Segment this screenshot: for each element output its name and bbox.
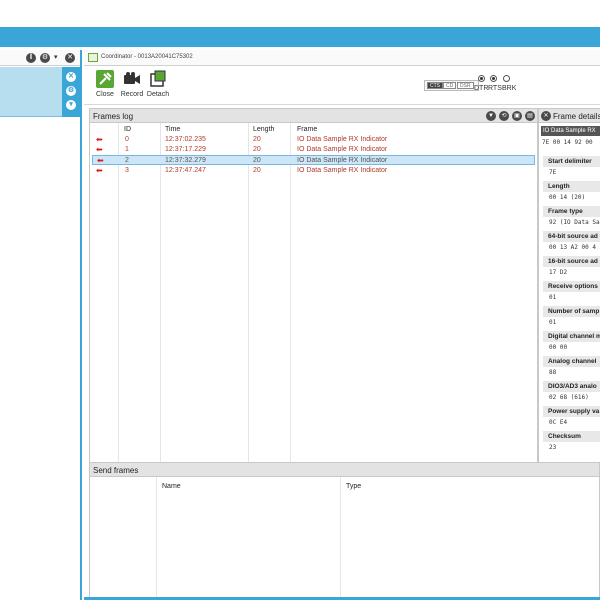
frames-log-title: Frames log — [93, 112, 134, 121]
close-label: Close — [96, 91, 114, 98]
rts-toggle[interactable] — [490, 75, 497, 82]
field-value: 7E — [549, 169, 557, 176]
brk-label: BRK — [502, 85, 517, 92]
radio-module-icon — [88, 53, 98, 62]
export-icon[interactable]: ▤ — [525, 111, 535, 121]
top-strip — [0, 0, 600, 27]
col-length[interactable]: Length — [253, 126, 274, 133]
field-label: Power supply va — [543, 406, 600, 417]
col-id[interactable]: ID — [124, 126, 131, 133]
cd-indicator: CD — [443, 82, 457, 89]
disconnect-icon[interactable]: ✕ — [66, 72, 76, 82]
close-icon[interactable]: ✕ — [541, 111, 551, 121]
clear-icon[interactable]: ⟲ — [499, 111, 509, 121]
settings-icon[interactable]: ⚙ — [40, 53, 50, 63]
field-value: 01 — [549, 319, 557, 326]
pause-icon[interactable]: ‖ — [26, 53, 36, 63]
table-row-selected[interactable]: ⬅ 2 12:37:32.279 20 IO Data Sample RX In… — [92, 155, 535, 165]
send-frames-header: Send frames — [90, 463, 599, 477]
close-button[interactable]: Close — [94, 70, 116, 104]
table-row[interactable]: ⬅ 3 12:37:47.247 20 IO Data Sample RX In… — [92, 166, 535, 176]
field-label: Start delimiter — [543, 156, 600, 167]
field-value: 92 (IO Data Sa — [549, 219, 600, 226]
settings-icon[interactable]: ⚙ — [66, 86, 76, 96]
frames-log-table: ID Time Length Frame ⬅ 0 12:37:02.235 20… — [90, 123, 537, 508]
table-row[interactable]: ⬅ 1 12:37:17.229 20 IO Data Sample RX In… — [92, 145, 535, 155]
field-value: 00 13 A2 00 4 — [549, 244, 596, 251]
control-lines: DTR RTS BRK — [474, 75, 517, 103]
frame-details: ✕ Frame details IO Data Sample RX 7E 00 … — [538, 108, 600, 508]
frames-log: Frames log ▼ ⟲ ▣ ▤ ID Time Length Frame ⬅ 0… — [89, 108, 538, 508]
detach-icon — [149, 70, 167, 88]
dtr-toggle[interactable] — [478, 75, 485, 82]
device-list-panel: ‖ ⚙ ▾ ✕ ✕ ⚙ ▾ — [0, 50, 82, 600]
camera-icon — [123, 70, 141, 88]
received-arrow-icon: ⬅ — [96, 135, 103, 144]
field-label: Digital channel m — [543, 331, 600, 342]
field-value: 00 00 — [549, 344, 568, 351]
cts-indicator: CTS — [427, 82, 443, 89]
field-value: 23 — [549, 444, 557, 451]
frame-type-bar: IO Data Sample RX — [541, 126, 600, 136]
field-label: Number of samp — [543, 306, 600, 317]
frame-hex: 7E 00 14 92 00 — [542, 139, 593, 146]
received-arrow-icon: ⬅ — [96, 166, 103, 175]
dsr-indicator: DSR — [457, 82, 474, 89]
send-frames: Send frames Name Type — [89, 462, 600, 600]
field-label: 16-bit source ad — [543, 256, 600, 267]
field-value: 01 — [549, 294, 557, 301]
dtr-label: DTR — [474, 85, 489, 92]
filter-icon[interactable]: ▼ — [486, 111, 496, 121]
field-label: 64-bit source ad — [543, 231, 600, 242]
device-card[interactable]: ✕ ⚙ ▾ — [0, 67, 80, 117]
table-row[interactable]: ⬅ 0 12:37:02.235 20 IO Data Sample RX In… — [92, 135, 535, 145]
col-name[interactable]: Name — [162, 483, 181, 490]
send-frames-title: Send frames — [93, 466, 139, 475]
console-toolbar: Close Record Detach CTS CD DSR DTR RTS B… — [84, 67, 600, 105]
plug-icon — [96, 70, 114, 88]
record-button[interactable]: Record — [120, 70, 144, 104]
save-icon[interactable]: ▣ — [512, 111, 522, 121]
received-arrow-icon: ⬅ — [97, 156, 104, 165]
brk-toggle[interactable] — [503, 75, 510, 82]
field-label: Receive options — [543, 281, 600, 292]
close-icon[interactable]: ✕ — [65, 53, 75, 63]
field-label: DIO3/AD3 analo — [543, 381, 600, 392]
field-value: 0C E4 — [549, 419, 568, 426]
console-panel: Coordinator - 0013A20041C75302 Close Rec… — [84, 50, 600, 600]
chevron-down-icon[interactable]: ▾ — [54, 53, 58, 61]
field-label: Length — [543, 181, 600, 192]
field-value: 02 68 (616) — [549, 394, 589, 401]
field-value: 88 — [549, 369, 557, 376]
frame-details-title: Frame details — [553, 112, 600, 121]
col-time[interactable]: Time — [165, 126, 180, 133]
field-value: 00 14 (20) — [549, 194, 586, 201]
serial-lines-status: CTS CD DSR — [424, 80, 479, 91]
arrow-down-icon[interactable]: ▾ — [66, 100, 76, 110]
field-label: Checksum — [543, 431, 600, 442]
detach-button[interactable]: Detach — [146, 70, 170, 104]
col-type[interactable]: Type — [346, 483, 361, 490]
field-label: Analog channel — [543, 356, 600, 367]
console-tab[interactable]: Coordinator - 0013A20041C75302 — [84, 50, 600, 66]
received-arrow-icon: ⬅ — [96, 145, 103, 154]
tab-title: Coordinator - 0013A20041C75302 — [101, 54, 193, 60]
rts-label: RTS — [488, 85, 502, 92]
field-value: 17 D2 — [549, 269, 568, 276]
col-frame[interactable]: Frame — [297, 126, 317, 133]
device-list-header: ‖ ⚙ ▾ ✕ — [0, 50, 80, 66]
field-label: Frame type — [543, 206, 600, 217]
detach-label: Detach — [146, 91, 170, 98]
app-title-bar — [0, 27, 600, 47]
record-label: Record — [120, 91, 144, 98]
frames-log-header: Frames log ▼ ⟲ ▣ ▤ — [90, 109, 537, 123]
frame-details-header: ✕ Frame details — [539, 109, 600, 123]
